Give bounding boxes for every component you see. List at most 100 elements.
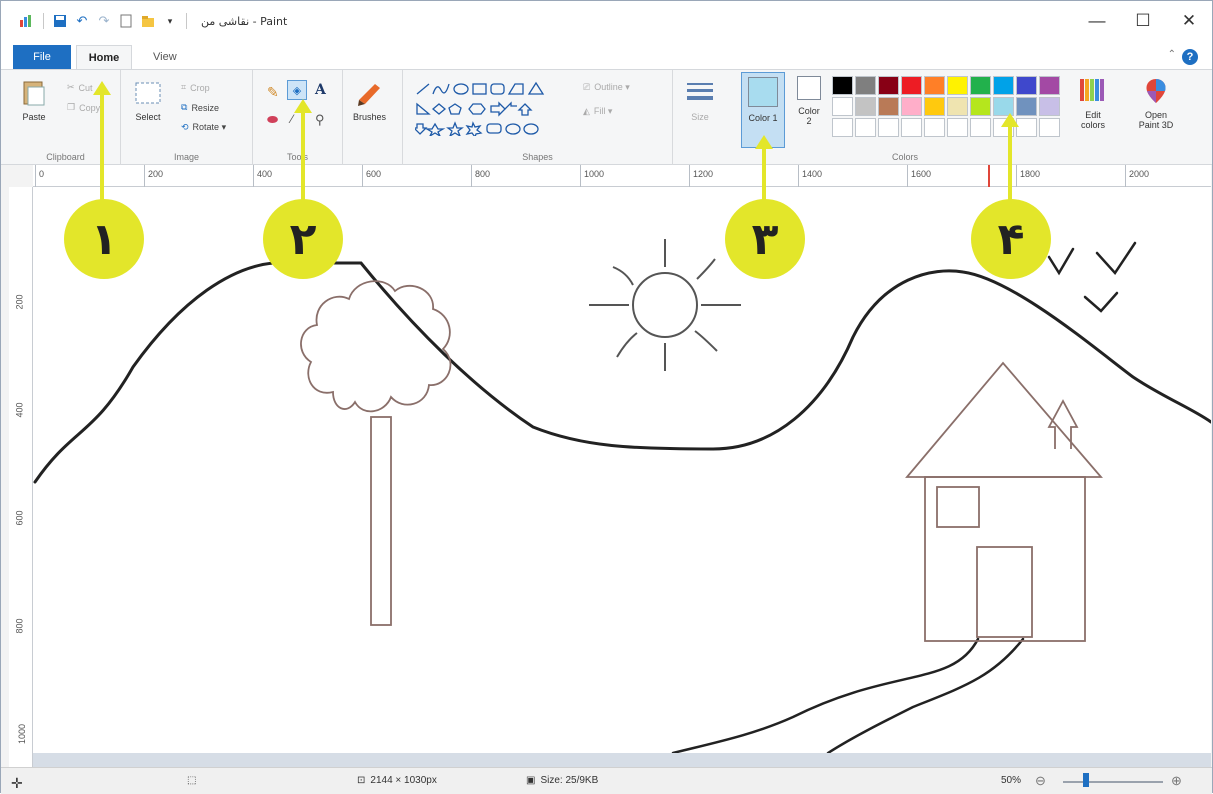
- palette-color-18[interactable]: [1016, 97, 1037, 116]
- pencil-icon[interactable]: ✎: [267, 84, 279, 101]
- customize-qat-icon[interactable]: ▾: [162, 13, 178, 29]
- palette-color-10[interactable]: [832, 97, 853, 116]
- fill-button[interactable]: ◭ Fill ▾: [583, 106, 612, 117]
- zoom-slider-track[interactable]: [1063, 781, 1163, 783]
- vertical-ruler: 200 400 600 800 1000: [9, 187, 33, 767]
- ruler-top-tick: 0: [39, 169, 45, 179]
- palette-color-5[interactable]: [947, 76, 968, 95]
- edit-colors-label-line2: colors: [1080, 120, 1105, 130]
- drawing-canvas[interactable]: [33, 187, 1211, 753]
- redo-icon[interactable]: ↷: [96, 13, 112, 29]
- ruler-left-tick: 600: [14, 510, 25, 526]
- palette-color-26[interactable]: [970, 118, 991, 137]
- paste-button[interactable]: Paste: [19, 78, 49, 122]
- collapse-ribbon-icon[interactable]: ⌃: [1168, 49, 1176, 60]
- select-icon: [135, 82, 161, 104]
- minimize-button[interactable]: —: [1074, 1, 1120, 41]
- tab-file[interactable]: File: [13, 45, 71, 69]
- palette-color-25[interactable]: [947, 118, 968, 137]
- palette-color-4[interactable]: [924, 76, 945, 95]
- palette-color-22[interactable]: [878, 118, 899, 137]
- palette-color-2[interactable]: [878, 76, 899, 95]
- palette-color-6[interactable]: [970, 76, 991, 95]
- edit-colors-label-line1: Edit: [1085, 110, 1101, 120]
- outline-label: Outline ▾: [594, 82, 630, 92]
- callout-arrowhead-1: [93, 81, 111, 95]
- palette-color-23[interactable]: [901, 118, 922, 137]
- palette-color-8[interactable]: [1016, 76, 1037, 95]
- drawing: [33, 239, 1211, 753]
- close-button[interactable]: ✕: [1166, 1, 1212, 41]
- new-file-icon[interactable]: [118, 13, 134, 29]
- brushes-group: Brushes: [343, 70, 403, 166]
- palette-color-0[interactable]: [832, 76, 853, 95]
- crop-button[interactable]: ⌗ Crop: [181, 82, 210, 93]
- house: [905, 361, 1103, 642]
- color-picker-icon[interactable]: ⁄: [291, 112, 293, 126]
- paint3d-icon: [1146, 79, 1166, 103]
- palette-color-28[interactable]: [1016, 118, 1037, 137]
- palette-color-11[interactable]: [855, 97, 876, 116]
- palette-color-20[interactable]: [832, 118, 853, 137]
- ruler-top-tick: 1600: [911, 169, 932, 179]
- mountain-line: [33, 261, 1211, 484]
- palette-color-13[interactable]: [901, 97, 922, 116]
- ruler-position-marker: [988, 165, 990, 187]
- resize-button[interactable]: ⧉ Resize: [181, 102, 219, 113]
- undo-icon[interactable]: ↶: [74, 13, 90, 29]
- horizontal-scrollbar[interactable]: [33, 753, 1211, 767]
- palette-color-19[interactable]: [1039, 97, 1060, 116]
- tools-group-label: Tools: [286, 152, 308, 162]
- ruler-top-tick: 800: [475, 169, 491, 179]
- callout-1: ١: [64, 199, 144, 279]
- ruler-top-tick: 200: [148, 169, 164, 179]
- zoom-out-icon[interactable]: ⊖: [1035, 773, 1046, 789]
- cut-button[interactable]: ✂ Cut: [67, 82, 93, 93]
- save-icon[interactable]: [52, 13, 68, 29]
- palette-color-24[interactable]: [924, 118, 945, 137]
- zoom-in-icon[interactable]: ⊕: [1171, 773, 1182, 789]
- image-group: Select ⌗ Crop ⧉ Resize ⟲ Rotate ▾ Image: [121, 70, 253, 166]
- palette-color-29[interactable]: [1039, 118, 1060, 137]
- tab-view[interactable]: View: [141, 45, 189, 69]
- edit-colors-icon: [1080, 79, 1104, 101]
- ruler-left-tick: 1000: [17, 723, 28, 745]
- edit-colors-button[interactable]: Edit colors: [1075, 76, 1111, 130]
- paste-label: Paste: [22, 112, 46, 122]
- shapes-gallery[interactable]: [415, 80, 575, 136]
- copy-button[interactable]: ❐ Copy: [67, 102, 100, 113]
- callout-arrowhead-4: [1001, 113, 1019, 127]
- palette-color-7[interactable]: [993, 76, 1014, 95]
- palette-color-9[interactable]: [1039, 76, 1060, 95]
- road-right-line: [826, 637, 1025, 753]
- palette-color-1[interactable]: [855, 76, 876, 95]
- palette-color-12[interactable]: [878, 97, 899, 116]
- rotate-button[interactable]: ⟲ Rotate ▾: [181, 122, 226, 133]
- zoom-slider-thumb[interactable]: [1083, 773, 1089, 787]
- ruler-top-tick: 1400: [802, 169, 823, 179]
- brushes-button[interactable]: Brushes: [353, 78, 386, 122]
- paint3d-label-line1: Open: [1144, 110, 1168, 120]
- colors-group-label: Colors: [891, 152, 918, 162]
- palette-color-16[interactable]: [970, 97, 991, 116]
- maximize-button[interactable]: ☐: [1120, 1, 1166, 41]
- open-folder-icon[interactable]: [140, 13, 156, 29]
- palette-color-21[interactable]: [855, 118, 876, 137]
- tab-home[interactable]: Home: [76, 45, 132, 69]
- palette-color-14[interactable]: [924, 97, 945, 116]
- palette-color-15[interactable]: [947, 97, 968, 116]
- color2-button[interactable]: Color 2: [791, 76, 827, 126]
- open-paint3d-button[interactable]: Open Paint 3D: [1131, 76, 1181, 130]
- copy-label: Copy: [79, 102, 101, 113]
- size-button[interactable]: Size: [685, 78, 715, 122]
- palette-color-3[interactable]: [901, 76, 922, 95]
- magnifier-icon[interactable]: ⚲: [315, 112, 325, 128]
- text-tool-icon[interactable]: A: [315, 82, 326, 98]
- select-button[interactable]: Select: [133, 78, 163, 122]
- eraser-icon[interactable]: ⬬: [267, 112, 278, 128]
- outline-button[interactable]: ⎚ Outline ▾: [583, 82, 630, 93]
- help-icon[interactable]: ?: [1182, 49, 1198, 65]
- size-label: Size: [691, 112, 709, 122]
- cut-label: Cut: [78, 82, 93, 93]
- fill-bucket-icon[interactable]: ◈: [287, 80, 307, 100]
